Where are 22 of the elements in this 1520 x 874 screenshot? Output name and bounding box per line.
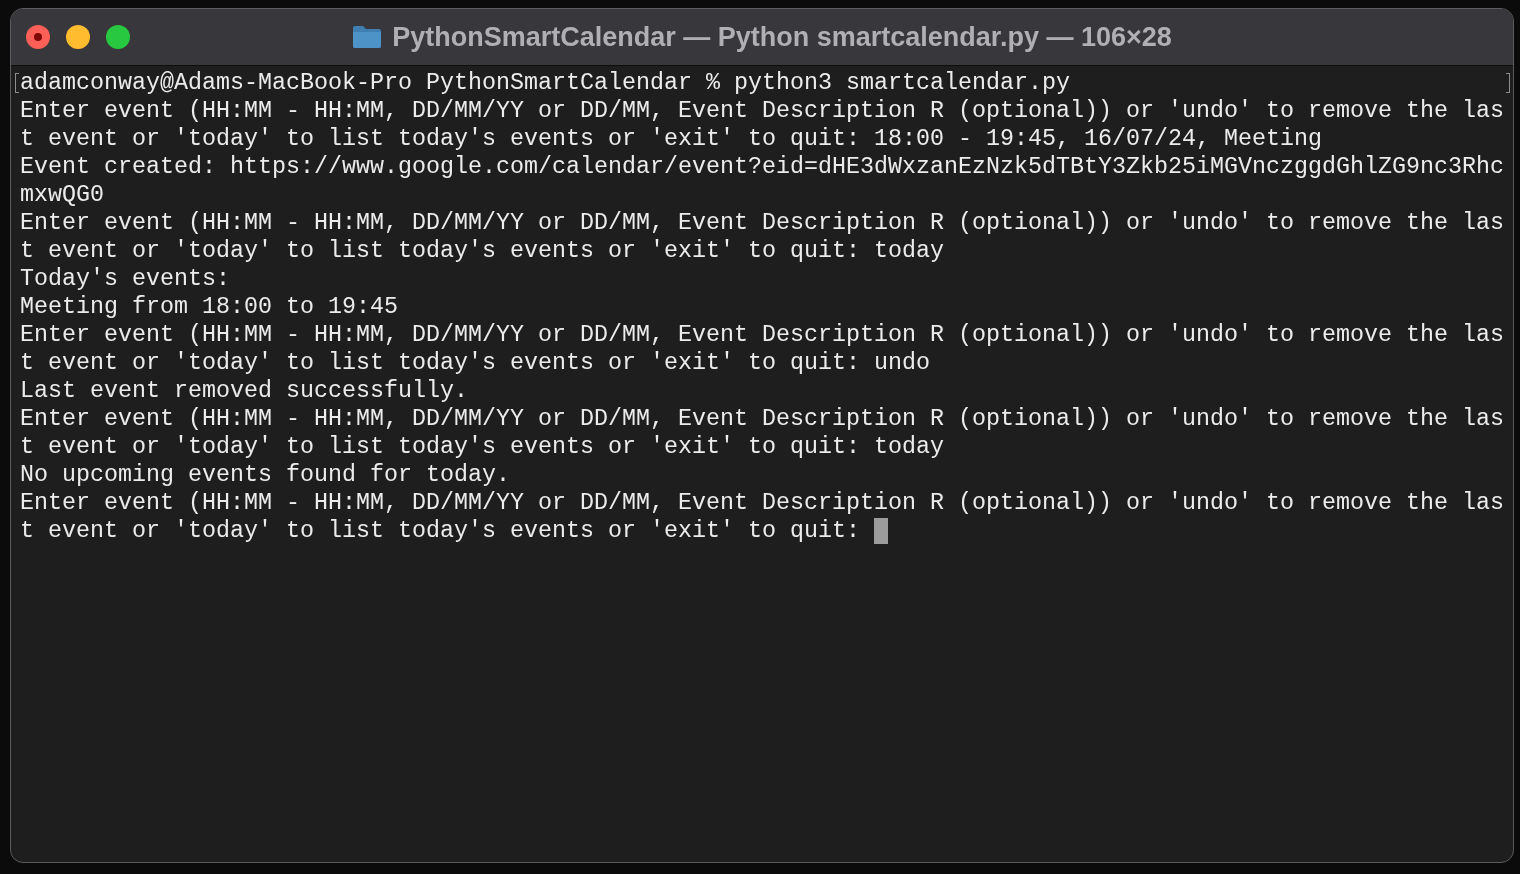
terminal-line: Meeting from 18:00 to 19:45 <box>20 293 398 321</box>
terminal-line: t event or 'today' to list today's events or 'exit' to quit: undo <box>20 349 930 377</box>
terminal-line: Enter event (HH:MM - HH:MM, DD/MM/YY or DD/MM, Event Description R (optional)) or 'undo' to remove the las <box>20 321 1504 349</box>
terminal-line: t event or 'today' to list today's events or 'exit' to quit: <box>20 517 860 545</box>
terminal-line: Enter event (HH:MM - HH:MM, DD/MM/YY or DD/MM, Event Description R (optional)) or 'undo' to remove the las <box>20 209 1504 237</box>
terminal-line: t event or 'today' to list today's events or 'exit' to quit: today <box>20 237 944 265</box>
terminal-line: Enter event (HH:MM - HH:MM, DD/MM/YY or DD/MM, Event Description R (optional)) or 'undo' to remove the las <box>20 97 1504 125</box>
folder-icon <box>352 25 383 49</box>
minimize-button[interactable] <box>66 25 90 49</box>
terminal-line: Today's events: <box>20 265 230 293</box>
window-title: PythonSmartCalendar — Python smartcalendar.py — 106×28 <box>392 21 1172 53</box>
terminal-line: Enter event (HH:MM - HH:MM, DD/MM/YY or DD/MM, Event Description R (optional)) or 'undo' to remove the las <box>20 405 1504 433</box>
close-button[interactable] <box>26 25 50 49</box>
terminal-line: No upcoming events found for today. <box>20 461 510 489</box>
terminal-line: Event created: https://www.google.com/calendar/event?eid=dHE3dWxzanEzNzk5dTBtY3Zkb25iMGVnczggdGhlZG9nc3Rhc <box>20 153 1504 181</box>
terminal-line: Enter event (HH:MM - HH:MM, DD/MM/YY or DD/MM, Event Description R (optional)) or 'undo' to remove the las <box>20 489 1504 517</box>
terminal-line: adamconway@Adams-MacBook-Pro PythonSmartCalendar % python3 smartcalendar.py <box>20 69 1070 97</box>
terminal-line: Last event removed successfully. <box>20 377 468 405</box>
terminal-line: mxwQG0 <box>20 181 104 209</box>
terminal-line: t event or 'today' to list today's events or 'exit' to quit: today <box>20 433 944 461</box>
zoom-button[interactable] <box>106 25 130 49</box>
terminal-line: t event or 'today' to list today's events or 'exit' to quit: 18:00 - 19:45, 16/07/24, Meeting <box>20 125 1322 153</box>
